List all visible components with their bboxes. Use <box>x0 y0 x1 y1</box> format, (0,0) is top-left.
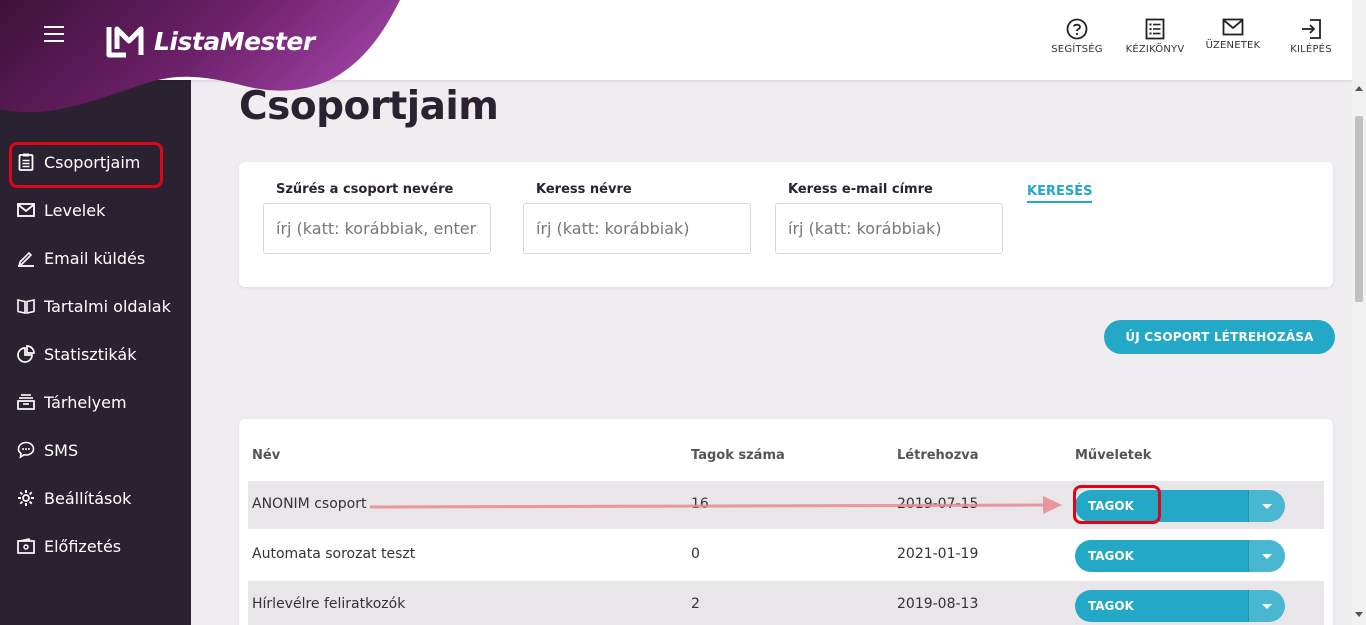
header-actions: SEGÍTSÉG KÉZIKÖNYV ÜZENETEK KILÉPÉS <box>1038 18 1350 55</box>
sidebar-item-levelek[interactable]: Levelek <box>0 186 191 234</box>
mail-icon <box>1222 18 1244 36</box>
chevron-down-icon <box>1262 553 1272 559</box>
new-group-button[interactable]: ÚJ CSOPORT LÉTREHOZÁSA <box>1104 320 1335 354</box>
sidebar-item-elofizetes[interactable]: Előfizetés <box>0 522 191 570</box>
chevron-down-icon <box>1262 503 1272 509</box>
sidebar-item-csoportjaim[interactable]: Csoportjaim <box>0 138 191 188</box>
scroll-down-arrow-icon[interactable] <box>1355 612 1363 617</box>
annotation-highlight-box <box>1073 485 1161 524</box>
actions-dropdown-toggle[interactable] <box>1248 590 1285 622</box>
group-name-cell: Automata sorozat teszt <box>252 546 416 562</box>
scroll-up-arrow-icon[interactable] <box>1355 86 1363 91</box>
created-date-cell: 2021-01-19 <box>897 546 979 562</box>
group-name-cell: ANONIM csoport <box>252 496 367 512</box>
page-title: Csoportjaim <box>239 84 499 129</box>
actions-dropdown-toggle[interactable] <box>1248 540 1285 572</box>
book-icon <box>16 296 36 316</box>
name-filter-label: Keress névre <box>536 182 632 197</box>
members-split-button: TAGOK <box>1075 540 1285 572</box>
envelope-icon <box>16 200 36 220</box>
sidebar-item-sms[interactable]: SMS <box>0 426 191 474</box>
scrollbar-thumb[interactable] <box>1355 116 1363 302</box>
email-filter-input[interactable] <box>775 203 1003 254</box>
messages-button[interactable]: ÜZENETEK <box>1194 18 1272 55</box>
sidebar-item-label: Tartalmi oldalak <box>44 296 171 316</box>
actions-dropdown-toggle[interactable] <box>1248 490 1285 522</box>
pencil-icon <box>16 248 36 268</box>
hamburger-menu-icon[interactable] <box>44 26 64 42</box>
sidebar-item-tartalmi-oldalak[interactable]: Tartalmi oldalak <box>0 282 191 330</box>
group-name-filter: Szűrés a csoport nevére <box>263 182 491 254</box>
sidebar-item-label: Statisztikák <box>44 344 137 364</box>
group-name-filter-input[interactable] <box>263 203 491 254</box>
manual-button[interactable]: KÉZIKÖNYV <box>1116 18 1194 55</box>
wallet-icon <box>16 536 36 556</box>
group-name-filter-label: Szűrés a csoport nevére <box>276 182 454 197</box>
members-split-button: TAGOK <box>1075 590 1285 622</box>
sidebar-item-label: Levelek <box>44 200 106 220</box>
app-logo[interactable]: ListaMester <box>104 23 315 59</box>
sidebar-item-email-kuldes[interactable]: Email küldés <box>0 234 191 282</box>
gear-icon <box>16 488 36 508</box>
sidebar-item-label: Beállítások <box>44 488 132 508</box>
column-header-created: Létrehozva <box>897 448 979 463</box>
top-header: ListaMester SEGÍTSÉG KÉZIKÖNYV ÜZENETEK … <box>0 0 1352 113</box>
table-row: ANONIM csoport 16 2019-07-15 TAGOK <box>248 481 1324 529</box>
chat-icon <box>16 440 36 460</box>
members-button[interactable]: TAGOK <box>1075 590 1248 622</box>
chevron-down-icon <box>1262 603 1272 609</box>
email-filter: Keress e-mail címre <box>775 182 1003 254</box>
member-count-cell: 2 <box>691 596 700 612</box>
sidebar-item-tarhelyem[interactable]: Tárhelyem <box>0 378 191 426</box>
help-label: SEGÍTSÉG <box>1051 44 1103 55</box>
sidebar-item-label: Email küldés <box>44 248 146 268</box>
groups-table: Név Tagok száma Létrehozva Műveletek ANO… <box>239 419 1333 625</box>
app-name: ListaMester <box>154 26 315 56</box>
sidebar-item-label: SMS <box>44 440 79 460</box>
members-button[interactable]: TAGOK <box>1075 540 1248 572</box>
name-filter-input[interactable] <box>523 203 751 254</box>
member-count-cell: 0 <box>691 546 700 562</box>
page-scrollbar[interactable] <box>1352 0 1366 625</box>
clipboard-icon <box>16 152 36 172</box>
member-count-cell: 16 <box>691 496 709 512</box>
group-name-cell: Hírlevélre feliratkozók <box>252 596 406 612</box>
help-icon <box>1066 18 1088 40</box>
filter-card: Szűrés a csoport nevére Keress névre Ker… <box>239 162 1333 287</box>
sidebar-item-statisztikak[interactable]: Statisztikák <box>0 330 191 378</box>
sidebar-item-label: Csoportjaim <box>44 152 141 172</box>
sidebar-item-label: Tárhelyem <box>44 392 127 412</box>
table-row: Hírlevélre feliratkozók 2 2019-08-13 TAG… <box>248 581 1324 625</box>
search-button[interactable]: KERESÉS <box>1027 184 1093 203</box>
sidebar-item-beallitasok[interactable]: Beállítások <box>0 474 191 522</box>
logout-icon <box>1302 19 1321 39</box>
sidebar-item-label: Előfizetés <box>44 536 122 556</box>
column-header-actions: Műveletek <box>1075 448 1152 463</box>
created-date-cell: 2019-07-15 <box>897 496 979 512</box>
storage-icon <box>16 392 36 412</box>
name-filter: Keress névre <box>523 182 751 254</box>
listamester-logo-icon <box>106 26 144 58</box>
sidebar-nav: Csoportjaim Levelek Email küldés Tartalm… <box>0 138 191 570</box>
logout-label: KILÉPÉS <box>1290 44 1332 55</box>
created-date-cell: 2019-08-13 <box>897 596 979 612</box>
logout-button[interactable]: KILÉPÉS <box>1272 18 1350 55</box>
messages-label: ÜZENETEK <box>1205 40 1261 51</box>
help-button[interactable]: SEGÍTSÉG <box>1038 18 1116 55</box>
table-row: Automata sorozat teszt 0 2021-01-19 TAGO… <box>248 531 1324 579</box>
column-header-members: Tagok száma <box>691 448 785 463</box>
manual-icon <box>1145 18 1165 40</box>
email-filter-label: Keress e-mail címre <box>788 182 933 197</box>
pie-chart-icon <box>16 344 36 364</box>
column-header-name: Név <box>252 448 281 463</box>
manual-label: KÉZIKÖNYV <box>1125 44 1185 55</box>
